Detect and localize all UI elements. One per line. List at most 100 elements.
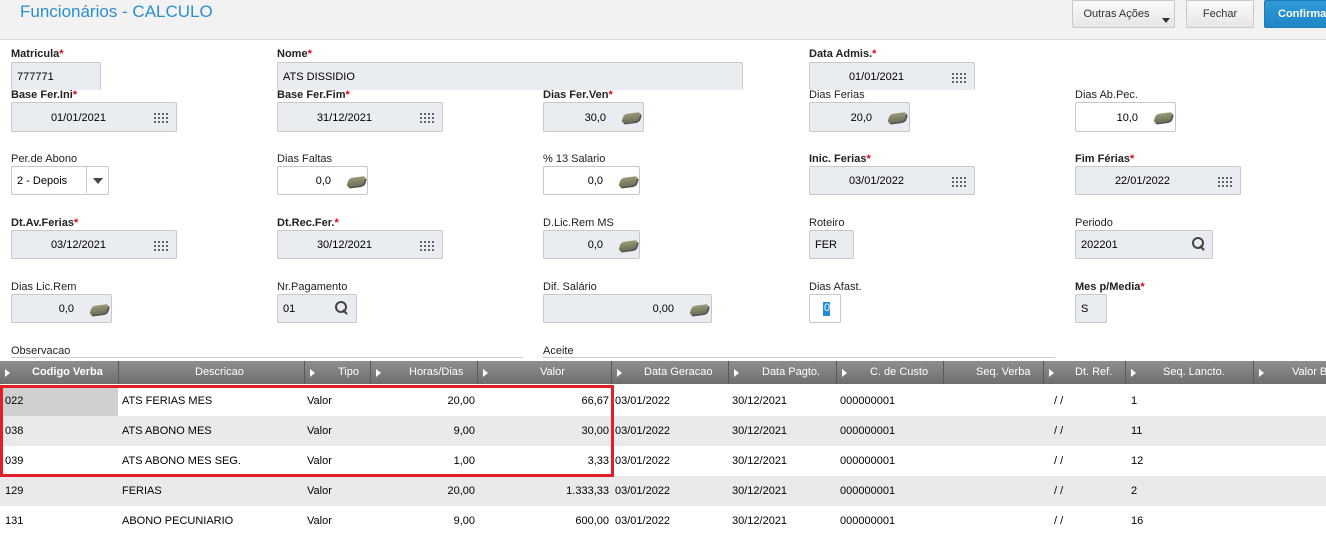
- cell-descricao: ATS ABONO MES: [122, 425, 212, 437]
- dt-rec-fer-field[interactable]: 30/12/2021: [277, 230, 443, 259]
- dias-ab-pec-field[interactable]: 10,0: [1075, 102, 1176, 132]
- column-dt-ref[interactable]: Dt. Ref.: [1044, 361, 1126, 384]
- calendar-icon[interactable]: [420, 239, 436, 251]
- dias-faltas-field[interactable]: 0,0: [277, 166, 368, 195]
- nome-field[interactable]: ATS DISSIDIO: [277, 62, 743, 90]
- dias-ferias-field[interactable]: 20,0: [809, 102, 910, 132]
- cell-dt-ref: / /: [1054, 455, 1064, 467]
- calendar-icon[interactable]: [154, 239, 170, 251]
- d-lic-rem-ms-label: D.Lic.Rem MS: [543, 217, 614, 229]
- column-valor[interactable]: Valor: [478, 361, 612, 384]
- fechar-button[interactable]: Fechar: [1186, 0, 1254, 28]
- d-lic-rem-ms-field[interactable]: 0,0: [543, 230, 640, 259]
- money-icon[interactable]: [618, 239, 638, 252]
- base-fer-ini-label: Base Fer.Ini*: [11, 89, 78, 101]
- periodo-field[interactable]: 202201: [1075, 230, 1213, 259]
- column-valor-b[interactable]: Valor B: [1254, 361, 1326, 384]
- column-arrow-icon: [842, 369, 847, 377]
- dias-lic-rem-field[interactable]: 0,0: [11, 294, 112, 323]
- table-row[interactable]: 039 ATS ABONO MES SEG. Valor 1,00 3,33 0…: [0, 446, 1326, 476]
- money-icon[interactable]: [887, 111, 907, 124]
- cell-data-pagto: 30/12/2021: [732, 395, 788, 407]
- column-tipo[interactable]: Tipo: [305, 361, 371, 384]
- cell-data-pagto: 30/12/2021: [732, 515, 788, 527]
- outras-acoes-label: Outras Ações: [1083, 8, 1150, 20]
- calendar-icon[interactable]: [952, 175, 968, 187]
- aceite-label: Aceite: [543, 345, 574, 357]
- money-icon[interactable]: [346, 175, 366, 188]
- column-seq-lancto[interactable]: Seq. Lancto.: [1126, 361, 1254, 384]
- mes-p-media-field[interactable]: S: [1075, 294, 1107, 323]
- cell-descricao: ATS ABONO MES SEG.: [122, 455, 241, 467]
- dif-salario-field[interactable]: 0,00: [543, 294, 712, 323]
- column-horas-dias[interactable]: Horas/Dias: [371, 361, 478, 384]
- confirmar-button[interactable]: Confirmar: [1264, 0, 1326, 28]
- column-c-de-custo[interactable]: C. de Custo: [837, 361, 944, 384]
- column-arrow-icon: [310, 369, 315, 377]
- dias-faltas-label: Dias Faltas: [277, 153, 333, 165]
- column-arrow-icon: [1259, 369, 1264, 377]
- dt-av-ferias-field[interactable]: 03/12/2021: [11, 230, 177, 259]
- cell-custo: 000000001: [840, 425, 896, 437]
- money-icon[interactable]: [618, 175, 638, 188]
- matricula-field[interactable]: 777771: [11, 62, 101, 90]
- calendar-icon[interactable]: [952, 71, 968, 83]
- cell-custo: 000000001: [840, 455, 896, 467]
- cell-tipo: Valor: [307, 515, 332, 527]
- search-icon[interactable]: [1192, 237, 1206, 251]
- money-icon[interactable]: [1153, 111, 1173, 124]
- table-row[interactable]: 022 ATS FERIAS MES Valor 20,00 66,67 03/…: [0, 386, 1326, 416]
- base-fer-ini-field[interactable]: 01/01/2021: [11, 102, 177, 132]
- pct-13-salario-label: % 13 Salario: [543, 153, 606, 165]
- chevron-down-icon[interactable]: [86, 167, 108, 193]
- base-fer-fim-field[interactable]: 31/12/2021: [277, 102, 443, 132]
- calendar-icon[interactable]: [1218, 175, 1234, 187]
- fim-ferias-field[interactable]: 22/01/2022: [1075, 166, 1241, 195]
- cell-data-geracao: 03/01/2022: [615, 515, 671, 527]
- cell-tipo: Valor: [307, 455, 332, 467]
- mes-p-media-label: Mes p/Media*: [1075, 281, 1145, 293]
- column-data-geracao[interactable]: Data Geracao: [612, 361, 729, 384]
- cell-data-pagto: 30/12/2021: [732, 425, 788, 437]
- money-icon[interactable]: [689, 303, 709, 316]
- search-icon[interactable]: [335, 301, 349, 315]
- column-data-pagto[interactable]: Data Pagto.: [729, 361, 837, 384]
- roteiro-field[interactable]: FER: [809, 230, 854, 259]
- table-row[interactable]: 131 ABONO PECUNIARIO Valor 9,00 600,00 0…: [0, 506, 1326, 536]
- column-seq-verba[interactable]: Seq. Verba: [944, 361, 1044, 384]
- cell-data-geracao: 03/01/2022: [615, 455, 671, 467]
- cell-descricao: ABONO PECUNIARIO: [122, 515, 234, 527]
- cell-codigo: 038: [5, 425, 24, 437]
- cell-codigo: 129: [5, 485, 24, 497]
- dias-fer-ven-label: Dias Fer.Ven*: [543, 89, 613, 101]
- cell-custo: 000000001: [840, 395, 896, 407]
- dias-fer-ven-field[interactable]: 30,0: [543, 102, 644, 132]
- calendar-icon[interactable]: [420, 111, 436, 123]
- dias-afast-label: Dias Afast.: [809, 281, 862, 293]
- cell-data-geracao: 03/01/2022: [615, 425, 671, 437]
- cell-custo: 000000001: [840, 485, 896, 497]
- dias-afast-field[interactable]: 0: [809, 294, 841, 323]
- column-arrow-icon: [1131, 369, 1136, 377]
- data-admis-field[interactable]: 01/01/2021: [809, 62, 975, 90]
- nr-pagamento-field[interactable]: 01: [277, 294, 357, 323]
- money-icon[interactable]: [621, 111, 641, 124]
- table-row[interactable]: 038 ATS ABONO MES Valor 9,00 30,00 03/01…: [0, 416, 1326, 446]
- table-row[interactable]: 129 FERIAS Valor 20,00 1.333,33 03/01/20…: [0, 476, 1326, 506]
- cell-horas: 1,00: [453, 455, 475, 467]
- cell-horas: 20,00: [447, 485, 475, 497]
- column-codigo-verba[interactable]: Codigo Verba: [0, 361, 119, 384]
- cell-horas: 20,00: [447, 395, 475, 407]
- outras-acoes-button[interactable]: Outras Ações: [1072, 0, 1175, 28]
- cell-dt-ref: / /: [1054, 485, 1064, 497]
- dt-rec-fer-label: Dt.Rec.Fer.*: [277, 217, 339, 229]
- column-descricao[interactable]: Descricao: [119, 361, 305, 384]
- money-icon[interactable]: [89, 303, 109, 316]
- pct-13-salario-field[interactable]: 0,0: [543, 166, 640, 195]
- cell-codigo: 039: [5, 455, 24, 467]
- cell-tipo: Valor: [307, 485, 332, 497]
- dias-lic-rem-label: Dias Lic.Rem: [11, 281, 77, 293]
- calendar-icon[interactable]: [154, 111, 170, 123]
- inic-ferias-field[interactable]: 03/01/2022: [809, 166, 975, 195]
- per-de-abono-select[interactable]: 2 - Depois: [11, 166, 109, 195]
